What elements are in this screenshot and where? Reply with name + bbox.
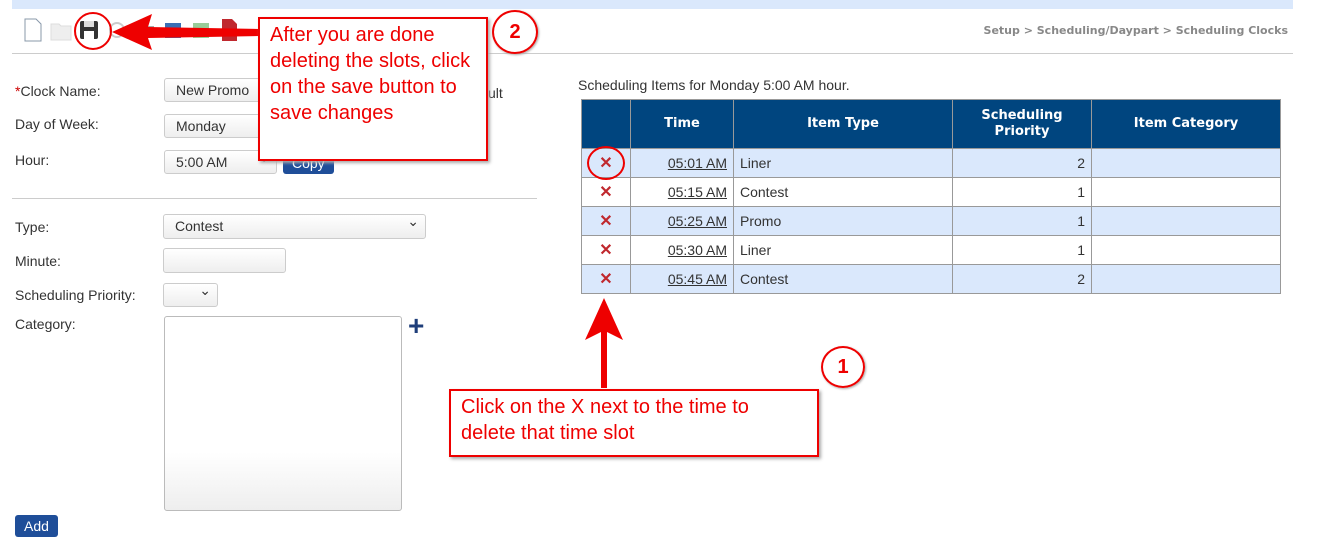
- category-label: Category:: [15, 316, 76, 332]
- time-link[interactable]: 05:15 AM: [630, 177, 734, 207]
- category-cell: [1091, 177, 1281, 207]
- add-category-icon[interactable]: +: [408, 310, 424, 342]
- step-2-callout: After you are done deleting the slots, c…: [258, 17, 488, 161]
- minute-label: Minute:: [15, 253, 61, 269]
- priority-select[interactable]: [163, 282, 218, 307]
- step-1-badge: 1: [821, 346, 865, 388]
- col-item-type: Item Type: [733, 99, 953, 149]
- step-2-badge: 2: [492, 10, 538, 54]
- table-row: ✕ 05:30 AM Liner 1: [581, 235, 1281, 265]
- step-1-callout: Click on the X next to the time to delet…: [449, 389, 819, 457]
- item-type-cell: Contest: [733, 264, 953, 294]
- divider: [12, 53, 1293, 54]
- add-button[interactable]: Add: [15, 515, 58, 537]
- item-type-cell: Liner: [733, 148, 953, 178]
- form-divider: [12, 198, 537, 199]
- delete-highlight-circle: [587, 146, 625, 180]
- day-of-week-label: Day of Week:: [15, 116, 99, 132]
- category-cell: [1091, 235, 1281, 265]
- priority-label: Scheduling Priority:: [15, 287, 136, 303]
- delete-icon[interactable]: ✕: [581, 264, 631, 294]
- scheduling-items-table: Time Item Type Scheduling Priority Item …: [581, 99, 1281, 294]
- table-caption: Scheduling Items for Monday 5:00 AM hour…: [578, 77, 850, 93]
- priority-cell: 2: [952, 264, 1092, 294]
- col-delete: [581, 99, 631, 149]
- priority-cell: 1: [952, 235, 1092, 265]
- category-listbox[interactable]: [164, 316, 402, 511]
- time-link[interactable]: 05:30 AM: [630, 235, 734, 265]
- item-type-cell: Liner: [733, 235, 953, 265]
- item-type-cell: Contest: [733, 177, 953, 207]
- top-bar: [12, 0, 1293, 9]
- hour-label: Hour:: [15, 152, 50, 168]
- priority-cell: 1: [952, 206, 1092, 236]
- type-select[interactable]: Contest: [163, 213, 426, 239]
- delete-icon[interactable]: ✕: [581, 177, 631, 207]
- arrow-to-delete: [585, 298, 623, 388]
- breadcrumb: Setup > Scheduling/Daypart > Scheduling …: [983, 24, 1288, 37]
- default-label: ult: [488, 85, 503, 101]
- col-time: Time: [630, 99, 734, 149]
- table-row: ✕ 05:15 AM Contest 1: [581, 177, 1281, 207]
- delete-icon[interactable]: ✕: [581, 235, 631, 265]
- clock-name-label: *Clock Name:: [15, 83, 101, 99]
- priority-cell: 1: [952, 177, 1092, 207]
- category-cell: [1091, 206, 1281, 236]
- category-cell: [1091, 264, 1281, 294]
- time-link[interactable]: 05:01 AM: [630, 148, 734, 178]
- minute-input[interactable]: [163, 248, 286, 273]
- table-row: ✕ 05:45 AM Contest 2: [581, 264, 1281, 294]
- time-link[interactable]: 05:45 AM: [630, 264, 734, 294]
- open-icon[interactable]: [50, 18, 72, 42]
- new-icon[interactable]: [22, 18, 44, 42]
- time-link[interactable]: 05:25 AM: [630, 206, 734, 236]
- type-label: Type:: [15, 219, 50, 235]
- delete-icon[interactable]: ✕: [581, 206, 631, 236]
- arrow-to-save: [112, 14, 260, 50]
- col-category: Item Category: [1091, 99, 1281, 149]
- table-row: ✕ 05:25 AM Promo 1: [581, 206, 1281, 236]
- table-row: ✕ 05:01 AM Liner 2: [581, 148, 1281, 178]
- col-priority: Scheduling Priority: [952, 99, 1092, 149]
- save-highlight-circle: [74, 12, 112, 50]
- item-type-cell: Promo: [733, 206, 953, 236]
- category-cell: [1091, 148, 1281, 178]
- priority-cell: 2: [952, 148, 1092, 178]
